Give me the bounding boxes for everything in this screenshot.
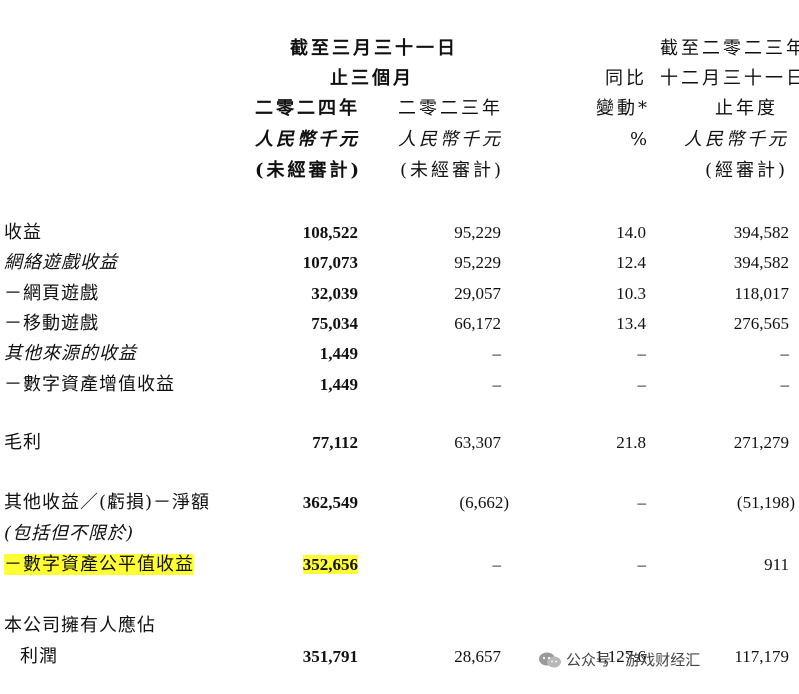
fy-line1: 截至二零二三年 — [660, 38, 799, 59]
row-value-2024: 1,449 — [319, 375, 358, 394]
q-period-line2: 止三個月 — [330, 68, 414, 89]
row-label-other-gains-net: 其他收益／(虧損)－淨額 — [4, 492, 211, 513]
q-period-line1: 截至三月三十一日 — [290, 38, 458, 59]
row-value-2024: 107,073 — [302, 253, 358, 272]
row-value-2023: – — [492, 344, 502, 363]
row-value-2023: 63,307 — [454, 433, 501, 452]
row-value-2024: 32,039 — [311, 284, 358, 303]
row-value-fy: 271,279 — [733, 433, 789, 452]
row-value-fy: – — [780, 344, 790, 363]
col-2024-year: 二零二四年 — [255, 98, 360, 119]
row-label-mobile-games: －移動遊戲 — [4, 313, 99, 334]
fy-currency: 人民幣千元 — [684, 129, 789, 150]
row-value-fy: (51,198) — [736, 493, 795, 512]
row-value-yoy: – — [637, 344, 647, 363]
row-value-2023: (6,662) — [459, 493, 509, 512]
row-label-gross-profit: 毛利 — [4, 432, 42, 453]
row-value-yoy: 13.4 — [616, 314, 646, 333]
row-value-fy: 911 — [764, 555, 789, 574]
row-value-2023: – — [492, 375, 502, 394]
row-label-other-sources-revenue: 其他來源的收益 — [4, 343, 137, 364]
row-value-2024: 75,034 — [311, 314, 358, 333]
row-value-fy: 118,017 — [734, 284, 789, 303]
row-label-digital-asset-fair-value-gain: －數字資產公平值收益 — [4, 554, 194, 575]
row-value-2023: – — [492, 555, 502, 574]
yoy-unit: % — [630, 129, 651, 150]
row-label-profit: 利潤 — [20, 646, 58, 667]
fy-audit: (經審計) — [705, 160, 789, 181]
yoy-line1: 同比 — [605, 68, 647, 89]
row-label-including-not-limited: (包括但不限於) — [4, 523, 135, 544]
row-value-2023: 95,229 — [454, 253, 501, 272]
watermark-text: 公众号 · 游戏财经汇 — [566, 651, 701, 669]
row-label-revenue: 收益 — [4, 222, 42, 243]
col-2023-year: 二零二三年 — [398, 98, 503, 119]
fy-line2: 十二月三十一日 — [660, 68, 799, 89]
col-2024-currency: 人民幣千元 — [255, 129, 360, 150]
row-value-fy: 394,582 — [733, 253, 789, 272]
fy-line3: 止年度 — [715, 98, 778, 119]
row-value-yoy: – — [637, 493, 647, 512]
row-value-2024: 77,112 — [312, 433, 358, 452]
row-label-digital-asset-appreciation: －數字資產增值收益 — [4, 374, 175, 395]
row-value-2023: 29,057 — [454, 284, 501, 303]
row-value-yoy: 10.3 — [616, 284, 646, 303]
row-value-2024: 1,449 — [319, 344, 358, 363]
row-value-2024: 351,791 — [302, 647, 358, 666]
row-value-fy: 276,565 — [733, 314, 789, 333]
row-value-2024: 352,656 — [302, 555, 358, 574]
row-value-yoy: 14.0 — [616, 223, 646, 242]
row-label-web-games: －網頁遊戲 — [4, 283, 99, 304]
row-value-yoy: 12.4 — [616, 253, 646, 272]
col-2024-audit: (未經審計) — [255, 160, 363, 181]
row-value-yoy: – — [637, 375, 647, 394]
row-value-2024: 362,549 — [302, 493, 358, 512]
row-value-2023: 66,172 — [454, 314, 501, 333]
highlight-value: 352,656 — [302, 555, 358, 574]
row-value-fy: – — [780, 375, 790, 394]
col-2023-currency: 人民幣千元 — [398, 129, 503, 150]
row-label-attributable-to-owners: 本公司擁有人應佔 — [4, 615, 156, 636]
row-value-2024: 108,522 — [302, 223, 358, 242]
highlight-label: －數字資產公平值收益 — [4, 554, 194, 575]
row-value-yoy: 21.8 — [616, 433, 646, 452]
row-value-yoy: – — [637, 555, 647, 574]
row-value-2023: 95,229 — [454, 223, 501, 242]
row-value-fy: 394,582 — [733, 223, 789, 242]
wechat-icon — [539, 652, 561, 668]
row-label-online-game-revenue: 網絡遊戲收益 — [4, 252, 118, 273]
col-2023-audit: (未經審計) — [400, 160, 505, 181]
row-value-fy: 117,179 — [734, 647, 789, 666]
row-value-2023: 28,657 — [454, 647, 501, 666]
yoy-line2: 變動* — [596, 98, 650, 119]
